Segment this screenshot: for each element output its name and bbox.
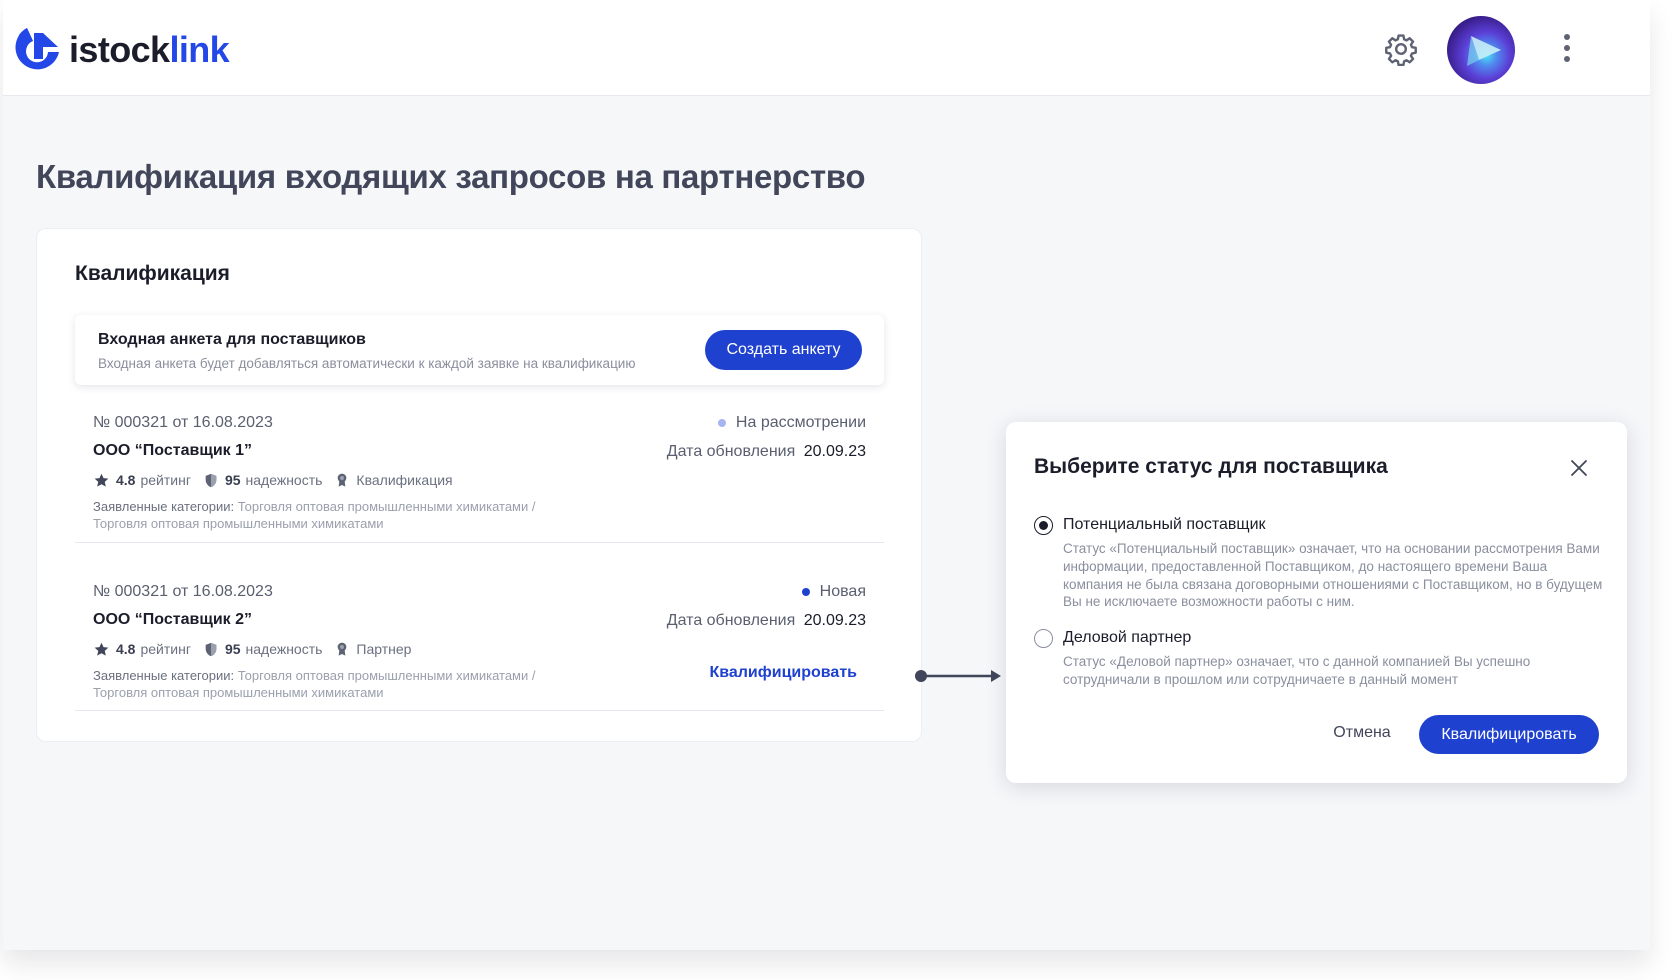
- categories-line2: Торговля оптовая промышленными химикатам…: [93, 685, 384, 700]
- option-description: Статус «Потенциальный поставщик» означае…: [1063, 541, 1603, 610]
- radio-button[interactable]: [1034, 629, 1053, 648]
- company-name: ООО “Поставщик 1”: [93, 442, 252, 459]
- logo-text-part1: istock: [69, 29, 170, 70]
- updated-label: Дата обновления: [666, 612, 796, 629]
- shield-icon: [205, 642, 217, 656]
- updated-label: Дата обновления: [666, 443, 796, 460]
- categories: Заявленные категории: Торговля оптовая п…: [93, 498, 535, 532]
- categories-label: Заявленные категории:: [93, 499, 235, 514]
- logo-text-part2: link: [169, 29, 230, 70]
- status-dot: [801, 588, 810, 596]
- modal-title: Выберите статус для поставщика: [1034, 455, 1388, 478]
- rating-label: рейтинг: [140, 472, 191, 488]
- app-window: istocklink Квалификация входящих запросо…: [3, 0, 1650, 950]
- tag-label: Квалификация: [356, 472, 453, 488]
- questionnaire-subtitle: Входная анкета будет добавляться автомат…: [98, 356, 636, 371]
- categories-line1: Торговля оптовая промышленными химикатам…: [237, 499, 536, 514]
- qualify-link[interactable]: Квалифицировать: [709, 664, 857, 682]
- questionnaire-title: Входная анкета для поставщиков: [98, 331, 366, 348]
- reliability-value: 95: [224, 641, 241, 657]
- tag-metric: Квалификация: [334, 471, 453, 489]
- categories: Заявленные категории: Торговля оптовая п…: [93, 667, 535, 701]
- qualification-card: Квалификация Входная анкета для поставщи…: [36, 228, 922, 742]
- gear-icon[interactable]: [1384, 32, 1418, 66]
- reliability-metric: 95 надежность: [203, 641, 322, 658]
- create-questionnaire-button[interactable]: Создать анкету: [705, 330, 862, 370]
- rating-value: 4.8: [116, 641, 136, 657]
- metrics-row: 4.8 рейтинг 95 надежность Квалификация: [93, 471, 465, 489]
- reliability-label: надежность: [245, 641, 323, 657]
- card-title: Квалификация: [75, 262, 230, 285]
- option-label: Потенциальный поставщик: [1063, 516, 1266, 533]
- company-name: ООО “Поставщик 2”: [93, 611, 252, 628]
- status-text: На рассмотрении: [735, 414, 866, 431]
- reliability-value: 95: [224, 472, 241, 488]
- rating-label: рейтинг: [140, 641, 191, 657]
- radio-button[interactable]: [1034, 516, 1053, 535]
- rating-metric: 4.8 рейтинг: [93, 641, 191, 658]
- logo-text: istocklink: [69, 29, 230, 71]
- rating-value: 4.8: [116, 472, 136, 488]
- categories-line2: Торговля оптовая промышленными химикатам…: [93, 516, 384, 531]
- updated-date: Дата обновления 20.09.23: [667, 612, 866, 630]
- status-text: Новая: [819, 583, 866, 600]
- top-bar: istocklink: [3, 0, 1650, 96]
- tag-metric: Партнер: [334, 640, 411, 658]
- request-item[interactable]: № 000321 от 16.08.2023 ООО “Поставщик 2”…: [75, 576, 884, 711]
- updated-value: 20.09.23: [803, 443, 866, 460]
- connector-arrow: [915, 670, 1001, 682]
- option-description: Статус «Деловой партнер» означает, что с…: [1063, 654, 1531, 687]
- kebab-menu-icon[interactable]: [1561, 34, 1573, 66]
- reliability-metric: 95 надежность: [203, 472, 322, 489]
- status-dot: [717, 419, 726, 427]
- reliability-label: надежность: [245, 472, 323, 488]
- star-icon: [94, 642, 109, 656]
- questionnaire-banner: Входная анкета для поставщиков Входная а…: [75, 315, 884, 385]
- star-icon: [94, 473, 109, 487]
- badge-icon: [338, 642, 347, 656]
- metrics-row: 4.8 рейтинг 95 надежность Партнер: [93, 640, 423, 658]
- page-title: Квалификация входящих запросов на партне…: [36, 158, 866, 195]
- status-badge: На рассмотрении: [717, 414, 866, 432]
- logo[interactable]: istocklink: [13, 24, 230, 76]
- status-modal: Выберите статус для поставщика Потенциал…: [1006, 422, 1627, 783]
- request-number: № 000321 от 16.08.2023: [93, 583, 273, 600]
- close-icon[interactable]: [1569, 458, 1589, 478]
- shield-icon: [205, 473, 217, 487]
- badge-icon: [338, 473, 347, 487]
- cancel-button[interactable]: Отмена: [1322, 714, 1402, 752]
- rating-metric: 4.8 рейтинг: [93, 472, 191, 489]
- request-item[interactable]: № 000321 от 16.08.2023 ООО “Поставщик 1”…: [75, 407, 884, 543]
- avatar[interactable]: [1447, 16, 1515, 84]
- categories-line1: Торговля оптовая промышленными химикатам…: [237, 668, 536, 683]
- request-number: № 000321 от 16.08.2023: [93, 414, 273, 431]
- categories-label: Заявленные категории:: [93, 668, 235, 683]
- logo-icon: [15, 28, 60, 70]
- updated-value: 20.09.23: [803, 612, 866, 629]
- qualify-button[interactable]: Квалифицировать: [1419, 715, 1599, 754]
- option-label: Деловой партнер: [1063, 629, 1192, 646]
- updated-date: Дата обновления 20.09.23: [667, 443, 866, 461]
- tag-label: Партнер: [356, 641, 412, 657]
- status-badge: Новая: [801, 583, 866, 601]
